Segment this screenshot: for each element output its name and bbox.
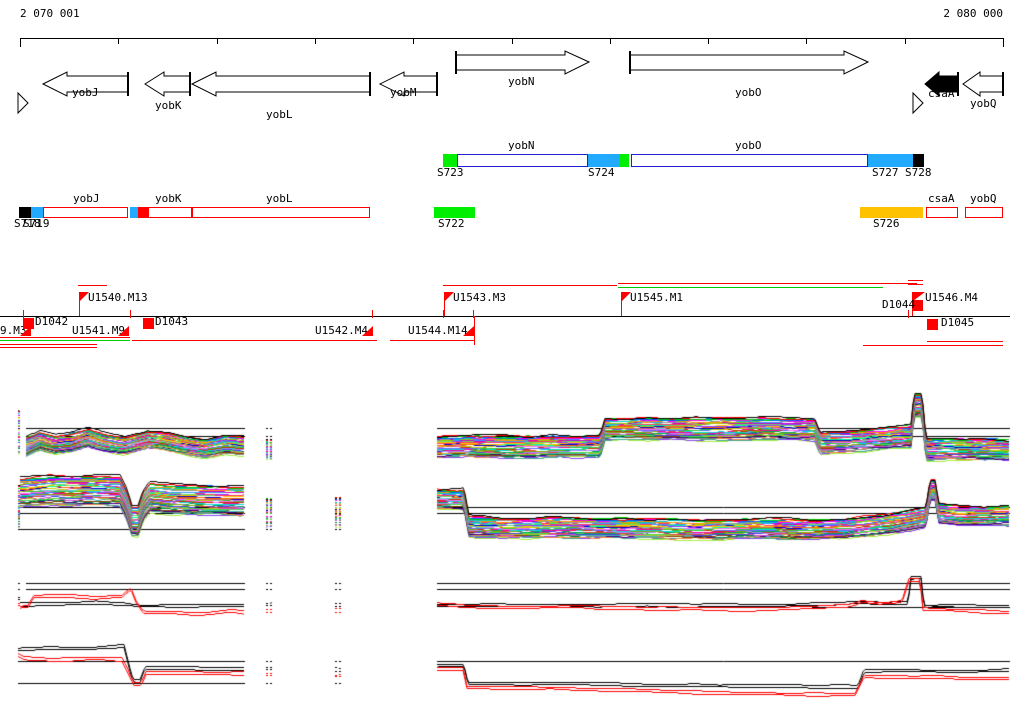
genome-browser-view: 2 070 001 2 080 000 yobJ yobK yobL yobM yobN… (0, 0, 1024, 714)
probe-label-U1542.M4[interactable]: U1542.M4 (315, 325, 368, 336)
segment-track-label-yobK: yobK (155, 192, 182, 205)
transcript-track-label-yobN: yobN (508, 139, 535, 152)
transcript-track-segment-block[interactable] (620, 154, 629, 167)
transcript-track-segment-rect[interactable] (631, 154, 868, 167)
probe-label-U1540.M13[interactable]: U1540.M13 (88, 292, 148, 303)
gene-arrow-yobO[interactable] (629, 50, 870, 75)
segment-track-segment-rect[interactable] (192, 207, 370, 218)
gene-label-yobN: yobN (508, 75, 535, 88)
segment-track-segment-rect[interactable] (148, 207, 192, 218)
segment-track-segment-rect[interactable] (43, 207, 128, 218)
partial-orf-triangle-icon[interactable] (912, 91, 924, 115)
marker-square-D1043[interactable] (143, 318, 154, 329)
probe-label-U1546.M4[interactable]: U1546.M4 (925, 292, 978, 303)
marker-square-D1045[interactable] (927, 319, 938, 330)
transcript-track-label-S724: S724 (588, 166, 615, 179)
gene-label-yobJ: yobJ (72, 86, 99, 99)
marker-label-D1042[interactable]: D1042 (35, 316, 68, 327)
amplicon-extent-line (618, 283, 917, 284)
gene-arrow-yobQ[interactable] (962, 71, 1004, 97)
transcript-track-segment-rect[interactable] (457, 154, 588, 167)
amplicon-extent-line (132, 340, 377, 341)
gene-label-yobK: yobK (155, 99, 182, 112)
marker-label-D1044[interactable]: D1044 (882, 299, 915, 310)
probe-label-U1545.M1[interactable]: U1545.M1 (630, 292, 683, 303)
gene-label-yobO: yobO (735, 86, 762, 99)
amplicon-extent-line (908, 284, 923, 285)
amplicon-extent-line (863, 345, 1003, 346)
probe-label-U1544.M14[interactable]: U1544.M14 (408, 325, 468, 336)
gene-arrow-track (17, 50, 1004, 115)
segment-track-label-yobL: yobL (266, 192, 293, 205)
amplicon-extent-line (390, 340, 475, 341)
probe-flag-icon[interactable] (463, 326, 474, 336)
probe-baseline (0, 316, 1010, 317)
amplicon-extent-line (927, 341, 1003, 342)
gene-arrow-yobL[interactable] (190, 71, 371, 97)
transcript-track-label-S727: S727 (872, 166, 899, 179)
segment-track-label-S726: S726 (873, 217, 900, 230)
marker-square-D1042[interactable] (23, 318, 34, 329)
segment-track-label-yobQ: yobQ (970, 192, 997, 205)
amplicon-extent-line (78, 285, 107, 286)
amplicon-extent-line (618, 287, 883, 288)
segment-track-label-yobJ: yobJ (73, 192, 100, 205)
segment-track-segment-rect[interactable] (965, 207, 1003, 218)
segment-track-segment-rect[interactable] (926, 207, 958, 218)
segment-track-label-S722: S722 (438, 217, 465, 230)
transcript-track-label-S728: S728 (905, 166, 932, 179)
marker-label-D1043[interactable]: D1043 (155, 316, 188, 327)
gene-label-yobL: yobL (266, 108, 293, 121)
probe-flag-icon[interactable] (362, 326, 373, 336)
probe-tick (130, 310, 131, 318)
marker-label-D1045[interactable]: D1045 (941, 317, 974, 328)
segment-track-segment-block[interactable] (138, 207, 148, 218)
probe-tick (23, 310, 24, 318)
amplicon-extent-line (0, 337, 130, 338)
probe-flag-icon[interactable] (118, 326, 129, 336)
segment-track-label-S719: S719 (23, 217, 50, 230)
amplicon-extent-line (0, 347, 97, 348)
gene-label-csaA: csaA (928, 87, 955, 100)
amplicon-extent-line (443, 285, 617, 286)
transcript-track-label-S723: S723 (437, 166, 464, 179)
probe-flag-pole (474, 316, 475, 345)
amplicon-extent-line (0, 344, 97, 345)
probe-tick (908, 310, 909, 318)
gene-arrow-yobK[interactable] (144, 71, 191, 97)
partial-orf-triangle-icon[interactable] (17, 91, 29, 115)
probe-tick (372, 310, 373, 318)
transcript-track-label-yobO: yobO (735, 139, 762, 152)
amplicon-extent-line (908, 280, 923, 281)
amplicon-extent-line (0, 340, 130, 341)
segment-track-segment-block[interactable] (130, 207, 138, 218)
segment-track-label-csaA: csaA (928, 192, 955, 205)
probe-label-U1543.M3[interactable]: U1543.M3 (453, 292, 506, 303)
gene-label-yobM: yobM (390, 86, 417, 99)
gene-label-yobQ: yobQ (970, 97, 997, 110)
gene-arrow-yobN[interactable] (455, 50, 591, 75)
